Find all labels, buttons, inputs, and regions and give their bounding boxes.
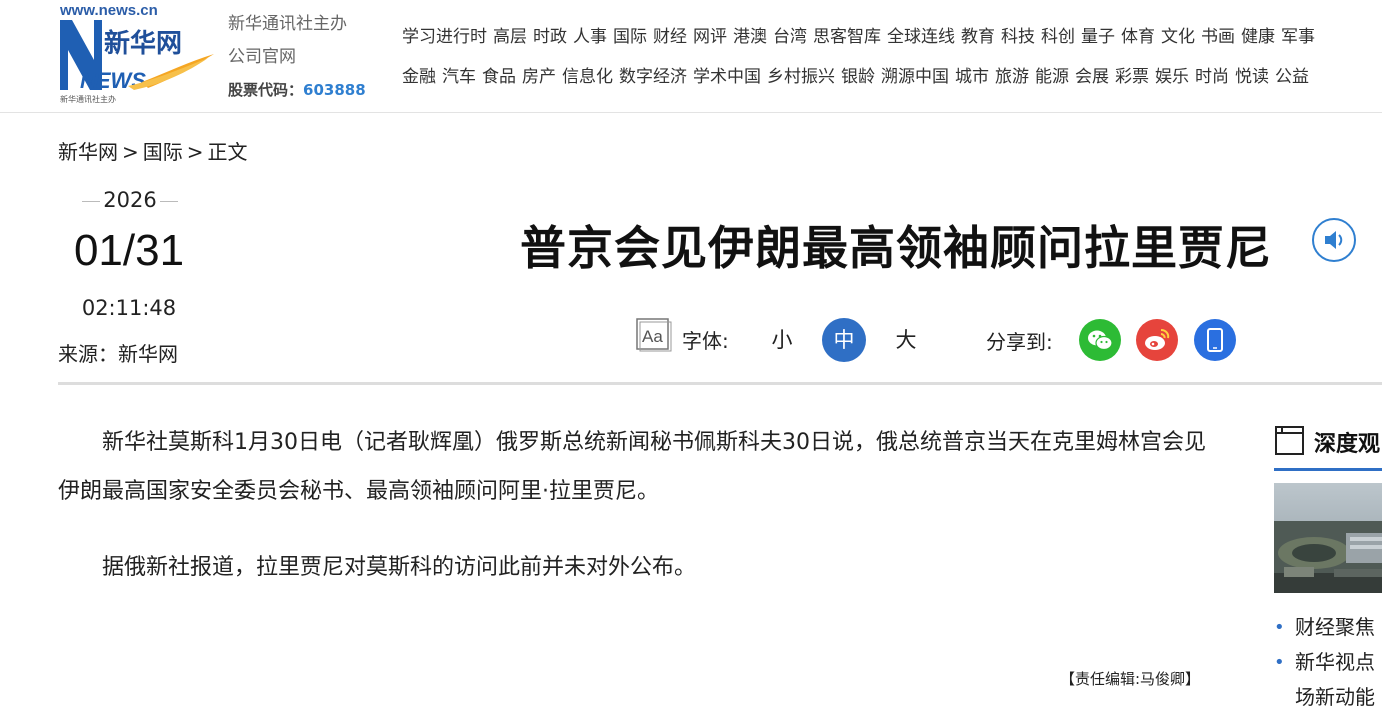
nav-item-r1-1[interactable]: 高层 (493, 27, 527, 47)
breadcrumb-section[interactable]: 国际 (143, 140, 183, 164)
weibo-icon (1145, 329, 1170, 350)
publish-time: 02:11:48 (81, 296, 177, 320)
share-mobile-button[interactable] (1194, 319, 1236, 361)
nav-item-r2-3[interactable]: 房产 (522, 67, 556, 87)
nav-item-r2-1[interactable]: 汽车 (442, 67, 476, 87)
nav-item-r2-18[interactable]: 公益 (1275, 67, 1309, 87)
nav-item-r2-8[interactable]: 银龄 (841, 67, 875, 87)
top-nav-row-1: 学习进行时 高层 时政 人事 国际 财经 网评 港澳 台湾 思客智库 全球连线 教育 科技 科创 量子 体育文… (402, 22, 1321, 47)
breadcrumb-separator: > (186, 140, 204, 164)
font-size-icon: Aa (636, 318, 672, 352)
stock-code[interactable]: 603888 (303, 81, 366, 99)
publish-year: 2026 (82, 188, 178, 212)
nav-item-r1-3[interactable]: 人事 (573, 27, 607, 47)
nav-item-r1-13[interactable]: 科创 (1041, 27, 1075, 47)
aerial-city-photo (1274, 483, 1382, 593)
article-source: 来源：新华网 (58, 342, 178, 366)
breadcrumb-home[interactable]: 新华网 (58, 140, 118, 164)
logo-brand-cn: 新华网 (104, 28, 182, 59)
article-body: 新华社莫斯科1月30日电（记者耿辉凰）俄罗斯总统新闻秘书佩斯科夫30日说，俄总统… (58, 418, 1224, 619)
nav-item-r1-2[interactable]: 时政 (533, 27, 567, 47)
header-divider (58, 382, 1382, 385)
logo-tagline: 新华通讯社主办 (60, 94, 116, 104)
speaker-icon (1325, 231, 1343, 249)
nav-item-r1-18[interactable]: 健康 (1241, 27, 1275, 47)
nav-item-r1-7[interactable]: 港澳 (733, 27, 767, 47)
wechat-icon (1088, 330, 1113, 351)
sidebar-list-item[interactable]: 财经聚焦 (1274, 610, 1382, 645)
font-size-medium-button[interactable]: 中 (822, 318, 866, 362)
font-size-small-button[interactable]: 小 (760, 318, 804, 362)
share-label: 分享到: (986, 330, 1053, 354)
nav-item-r2-10[interactable]: 城市 (955, 67, 989, 87)
font-size-label: 字体: (682, 329, 729, 353)
stock-label: 股票代码： (228, 81, 304, 99)
org-line-2[interactable]: 公司官网 (228, 41, 366, 74)
org-line-1: 新华通讯社主办 (228, 14, 347, 34)
nav-item-r1-8[interactable]: 台湾 (773, 27, 807, 47)
nav-item-r1-12[interactable]: 科技 (1001, 27, 1035, 47)
nav-item-r2-6[interactable]: 学术中国 (693, 67, 761, 87)
xinhua-logo-graphic: www.news.cn 新华网 NEWS 新华通讯社主办 (59, 2, 214, 104)
svg-text:Aa: Aa (642, 327, 663, 346)
nav-item-r2-11[interactable]: 旅游 (995, 67, 1029, 87)
article-title: 普京会见伊朗最高领袖顾问拉里贾尼 (520, 221, 1272, 275)
nav-item-r2-0[interactable]: 金融 (402, 67, 436, 87)
share-weibo-button[interactable] (1136, 319, 1178, 361)
font-size-large-button[interactable]: 大 (884, 318, 928, 362)
sidebar-list-item[interactable]: 新华视点 (1274, 645, 1382, 680)
nav-item-r2-13[interactable]: 会展 (1075, 67, 1109, 87)
nav-item-r1-14[interactable]: 量子 (1081, 27, 1115, 47)
top-nav-row-2: 金融 汽车 食品 房产 信息化 数字经济 学术中国 乡村振兴 银龄 溯源中国 城市 旅游 能源 会展 彩票娱… (402, 62, 1315, 87)
breadcrumb-current: 正文 (207, 140, 248, 164)
nav-item-r2-9[interactable]: 溯源中国 (881, 67, 949, 87)
nav-item-r2-16[interactable]: 时尚 (1195, 67, 1229, 87)
site-logo[interactable]: www.news.cn 新华网 NEWS 新华通讯社主办 (58, 0, 216, 104)
article-paragraph: 据俄新社报道，拉里贾尼对莫斯科的访问此前并未对外公布。 (102, 555, 697, 580)
sidebar-feature-image[interactable] (1274, 483, 1382, 593)
stock-info: 股票代码：603888 (228, 74, 366, 107)
nav-item-r1-10[interactable]: 全球连线 (887, 27, 955, 47)
article-paragraph: 新华社莫斯科1月30日电（记者耿辉凰）俄罗斯总统新闻秘书佩斯科夫30日说，俄总统… (58, 430, 1206, 504)
nav-item-r1-11[interactable]: 教育 (961, 27, 995, 47)
mobile-icon (1207, 328, 1223, 352)
nav-item-r2-14[interactable]: 彩票 (1115, 67, 1149, 87)
nav-item-r2-4[interactable]: 信息化 (562, 67, 613, 87)
nav-item-r1-15[interactable]: 体育 (1121, 27, 1155, 47)
nav-item-r2-15[interactable]: 娱乐 (1155, 67, 1189, 87)
site-header: www.news.cn 新华网 NEWS 新华通讯社主办 新华通讯社主办 公司官… (0, 0, 1382, 113)
nav-item-r2-12[interactable]: 能源 (1035, 67, 1069, 87)
nav-item-r1-9[interactable]: 思客智库 (813, 27, 881, 47)
nav-item-r2-7[interactable]: 乡村振兴 (767, 67, 835, 87)
nav-item-r2-17[interactable]: 悦读 (1235, 67, 1269, 87)
nav-item-r1-6[interactable]: 网评 (693, 27, 727, 47)
read-aloud-button[interactable] (1312, 218, 1356, 262)
nav-item-r1-4[interactable]: 国际 (613, 27, 647, 47)
breadcrumb-separator: > (122, 140, 139, 164)
nav-item-r2-5[interactable]: 数字经济 (619, 67, 687, 87)
nav-item-r1-5[interactable]: 财经 (653, 27, 687, 47)
logo-url-text: www.news.cn (59, 2, 158, 19)
nav-item-r1-17[interactable]: 书画 (1201, 27, 1235, 47)
org-info: 新华通讯社主办 公司官网 股票代码：603888 (228, 8, 366, 107)
sidebar-list: 财经聚焦 新华视点 场新动能 (1274, 610, 1382, 715)
nav-item-r1-19[interactable]: 军事 (1281, 27, 1315, 47)
nav-item-r1-0[interactable]: 学习进行时 (402, 27, 487, 47)
breadcrumb: 新华网 > 国际 > 正文 (58, 136, 248, 165)
nav-item-r2-2[interactable]: 食品 (482, 67, 516, 87)
nav-item-r1-16[interactable]: 文化 (1161, 27, 1195, 47)
sidebar-list-item-continuation[interactable]: 场新动能 (1274, 680, 1382, 715)
book-icon (1274, 424, 1306, 456)
responsible-editor: 【责任编辑:马俊卿】 (1060, 670, 1201, 688)
share-wechat-button[interactable] (1079, 319, 1121, 361)
publish-month-day: 01/31 (73, 226, 185, 275)
sidebar-heading[interactable]: 深度观 (1314, 426, 1380, 458)
